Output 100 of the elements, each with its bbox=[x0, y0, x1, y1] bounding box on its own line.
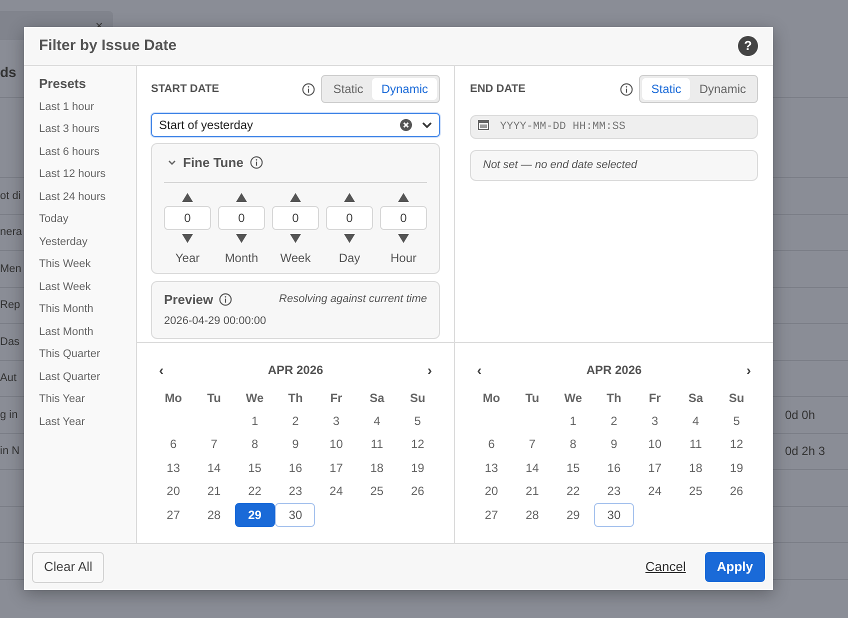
calendar-day[interactable]: 11 bbox=[676, 432, 716, 456]
increment-arrow-icon[interactable] bbox=[398, 192, 409, 202]
preset-item[interactable]: Last Month bbox=[39, 320, 121, 343]
calendar-day[interactable]: 15 bbox=[553, 456, 594, 480]
preset-item[interactable]: Last Year bbox=[39, 410, 121, 433]
number-field[interactable]: 0 bbox=[218, 206, 265, 230]
preset-item[interactable]: Last 3 hours bbox=[39, 118, 121, 140]
calendar-day[interactable]: 1 bbox=[553, 408, 594, 433]
calendar-day[interactable]: 28 bbox=[512, 502, 552, 527]
cancel-link[interactable]: Cancel bbox=[645, 557, 686, 577]
calendar-day[interactable]: 21 bbox=[512, 479, 552, 504]
next-month-button[interactable]: › bbox=[427, 363, 432, 377]
calendar-day[interactable]: 16 bbox=[275, 456, 316, 480]
calendar-day[interactable]: 29 bbox=[553, 502, 594, 527]
preset-item[interactable]: Last Week bbox=[39, 276, 121, 298]
calendar-day[interactable]: 18 bbox=[356, 456, 397, 480]
calendar-day[interactable]: 4 bbox=[356, 408, 397, 433]
calendar-day[interactable]: 5 bbox=[398, 408, 438, 433]
calendar-day[interactable]: 9 bbox=[275, 432, 316, 456]
calendar-day[interactable]: 3 bbox=[634, 408, 675, 433]
preset-item[interactable]: Yesterday bbox=[39, 230, 121, 253]
preset-item[interactable]: Last 6 hours bbox=[39, 140, 121, 163]
relative-date-select[interactable]: Start of yesterday bbox=[151, 113, 440, 137]
help-button[interactable]: ? bbox=[738, 36, 758, 56]
calendar-day[interactable]: 22 bbox=[234, 479, 275, 504]
clear-icon[interactable] bbox=[400, 119, 412, 131]
preset-item[interactable]: This Week bbox=[39, 253, 121, 276]
calendar-day[interactable]: 10 bbox=[634, 432, 675, 456]
calendar-day[interactable]: 16 bbox=[594, 456, 634, 480]
increment-arrow-icon[interactable] bbox=[236, 192, 247, 202]
calendar-day[interactable]: 14 bbox=[512, 456, 552, 480]
decrement-arrow-icon[interactable] bbox=[290, 234, 301, 242]
increment-arrow-icon[interactable] bbox=[344, 192, 355, 202]
mode-tab[interactable]: Dynamic bbox=[690, 78, 755, 100]
calendar-day[interactable]: 19 bbox=[716, 456, 757, 480]
mode-tab[interactable]: Static bbox=[642, 78, 690, 100]
calendar-day[interactable]: 7 bbox=[194, 432, 234, 456]
calendar-day[interactable]: 26 bbox=[716, 479, 757, 504]
decrement-arrow-icon[interactable] bbox=[236, 234, 247, 242]
calendar-day[interactable]: 3 bbox=[316, 408, 356, 433]
calendar-day[interactable]: 10 bbox=[316, 432, 356, 456]
calendar-day[interactable]: 22 bbox=[553, 479, 594, 504]
calendar-day[interactable]: 29 bbox=[234, 502, 275, 527]
number-field[interactable]: 0 bbox=[326, 206, 373, 230]
calendar-day[interactable]: 20 bbox=[471, 479, 512, 504]
calendar-day[interactable]: 23 bbox=[594, 479, 634, 504]
calendar-day[interactable]: 18 bbox=[676, 456, 716, 480]
preset-item[interactable]: Today bbox=[39, 208, 121, 230]
calendar-day[interactable]: 20 bbox=[153, 479, 194, 504]
calendar-day[interactable]: 2 bbox=[594, 408, 634, 433]
calendar-day[interactable]: 25 bbox=[676, 479, 716, 504]
calendar-day[interactable]: 8 bbox=[553, 432, 594, 456]
calendar-day[interactable]: 30 bbox=[275, 502, 316, 527]
calendar-day[interactable]: 27 bbox=[153, 502, 194, 527]
calendar-day[interactable]: 7 bbox=[512, 432, 552, 456]
next-month-button[interactable]: › bbox=[746, 363, 751, 377]
calendar-day[interactable]: 2 bbox=[275, 408, 316, 433]
calendar-day[interactable]: 24 bbox=[634, 479, 675, 504]
calendar-day[interactable]: 24 bbox=[316, 479, 356, 504]
clear-all-button[interactable]: Clear All bbox=[32, 552, 104, 582]
mode-tab[interactable]: Static bbox=[324, 78, 372, 100]
calendar-day[interactable]: 11 bbox=[356, 432, 397, 456]
date-time-field[interactable]: YYYY-MM-DD HH:MM:SS bbox=[470, 115, 758, 139]
decrement-arrow-icon[interactable] bbox=[182, 234, 193, 242]
calendar-day[interactable]: 9 bbox=[594, 432, 634, 456]
number-field[interactable]: 0 bbox=[272, 206, 319, 230]
number-field[interactable]: 0 bbox=[380, 206, 427, 230]
calendar-day[interactable]: 17 bbox=[316, 456, 356, 480]
preset-item[interactable]: This Quarter bbox=[39, 343, 121, 366]
calendar-day[interactable]: 13 bbox=[471, 456, 512, 480]
calendar-day[interactable]: 19 bbox=[398, 456, 438, 480]
calendar-day[interactable]: 27 bbox=[471, 502, 512, 527]
increment-arrow-icon[interactable] bbox=[182, 192, 193, 202]
calendar-day[interactable]: 12 bbox=[398, 432, 438, 456]
calendar-day[interactable]: 6 bbox=[471, 432, 512, 456]
previous-month-button[interactable]: ‹ bbox=[477, 363, 482, 377]
calendar-day[interactable]: 6 bbox=[153, 432, 194, 456]
calendar-day[interactable]: 15 bbox=[234, 456, 275, 480]
calendar-day[interactable]: 23 bbox=[275, 479, 316, 504]
calendar-day[interactable]: 26 bbox=[398, 479, 438, 504]
calendar-day[interactable]: 14 bbox=[194, 456, 234, 480]
previous-month-button[interactable]: ‹ bbox=[159, 363, 164, 377]
apply-button[interactable]: Apply bbox=[704, 552, 765, 582]
preset-item[interactable]: Last Quarter bbox=[39, 366, 121, 388]
decrement-arrow-icon[interactable] bbox=[344, 234, 355, 242]
preset-item[interactable]: This Year bbox=[39, 388, 121, 410]
calendar-day[interactable]: 8 bbox=[234, 432, 275, 456]
chevron-icon[interactable] bbox=[168, 160, 176, 166]
calendar-day[interactable]: 4 bbox=[676, 408, 716, 433]
preset-item[interactable]: Last 1 hour bbox=[39, 96, 121, 118]
calendar-day[interactable]: 17 bbox=[634, 456, 675, 480]
calendar-day[interactable]: 12 bbox=[716, 432, 757, 456]
mode-tab[interactable]: Dynamic bbox=[372, 78, 437, 100]
calendar-day[interactable]: 1 bbox=[234, 408, 275, 433]
decrement-arrow-icon[interactable] bbox=[398, 234, 409, 242]
preset-item[interactable]: This Month bbox=[39, 298, 121, 320]
calendar-day[interactable]: 25 bbox=[356, 479, 397, 504]
calendar-day[interactable]: 13 bbox=[153, 456, 194, 480]
calendar-day[interactable]: 30 bbox=[594, 502, 634, 527]
calendar-day[interactable]: 5 bbox=[716, 408, 757, 433]
